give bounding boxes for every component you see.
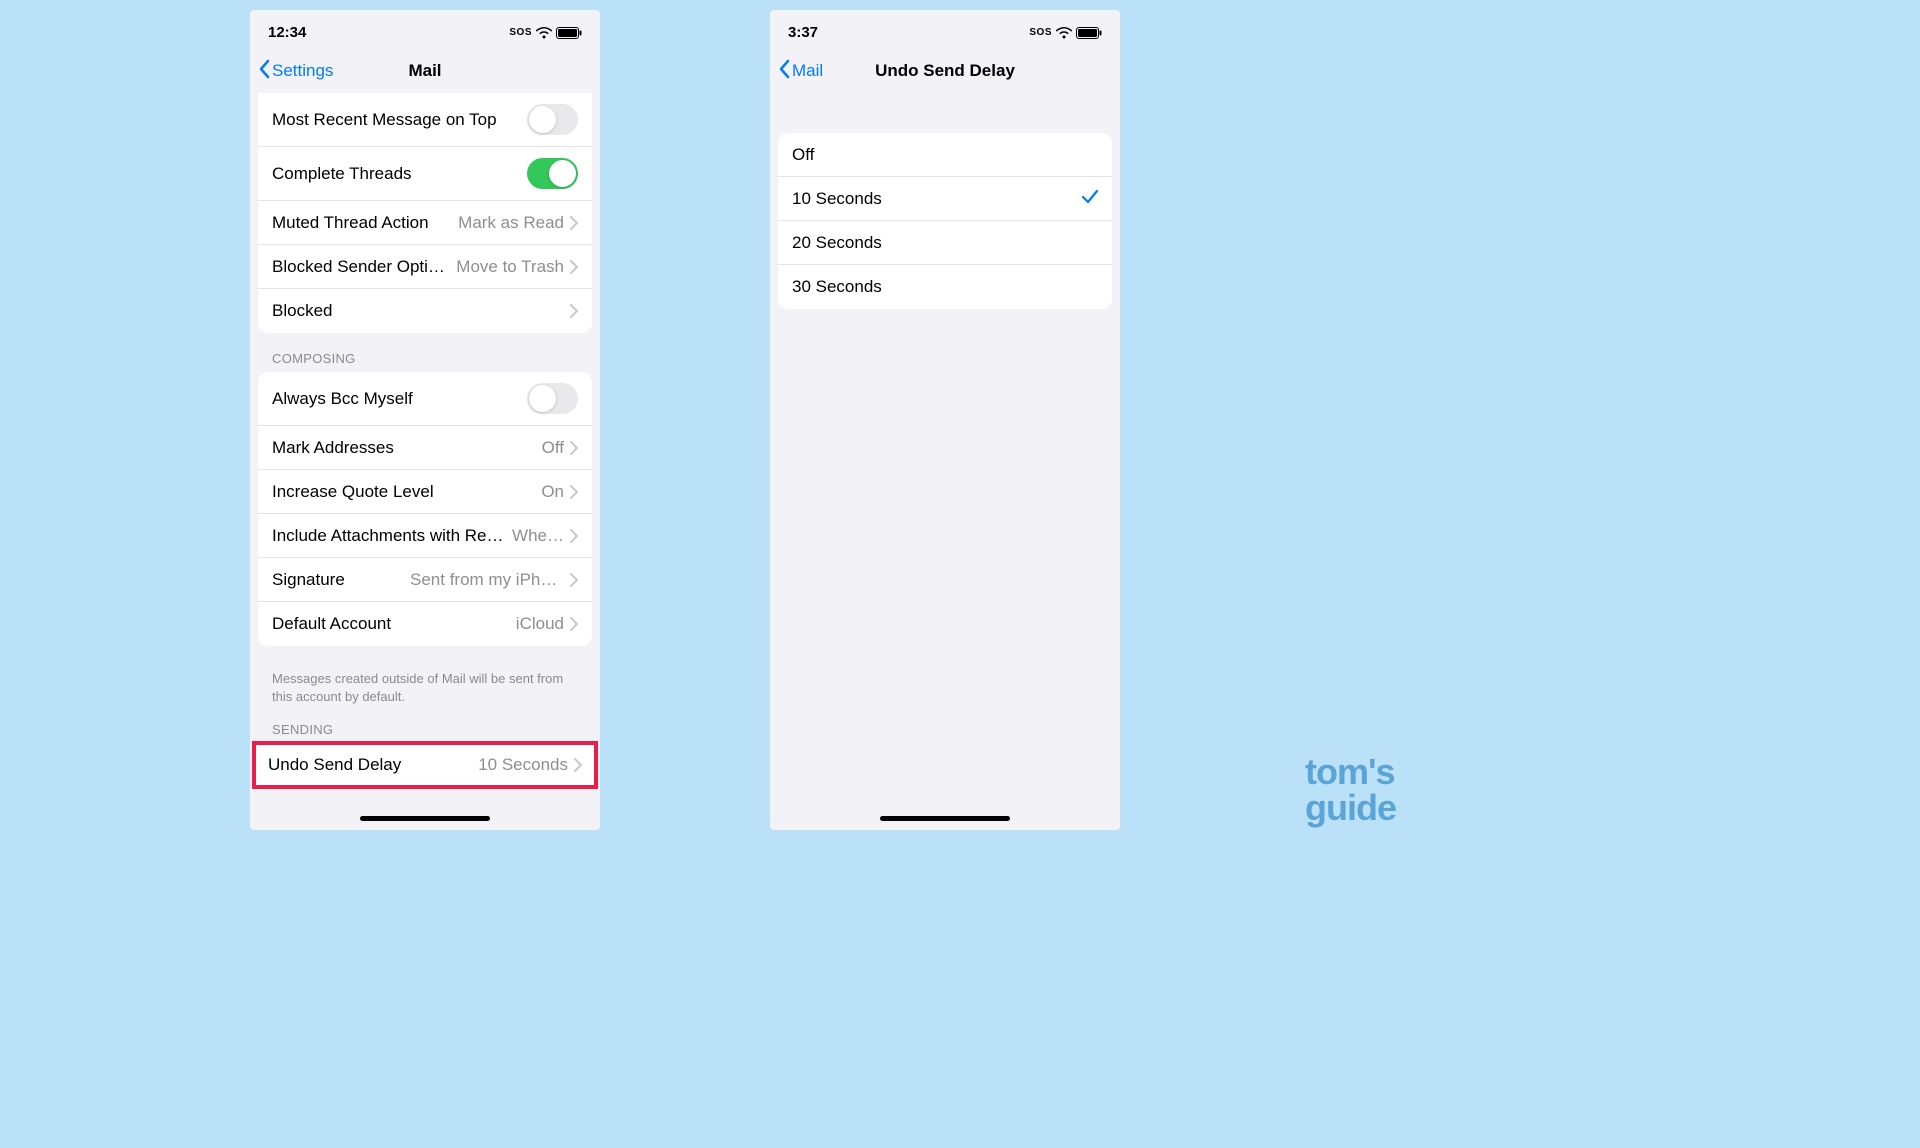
row-default-account[interactable]: Default AccountiCloud <box>258 602 592 646</box>
chevron-right-icon <box>570 573 578 587</box>
option-label: 20 Seconds <box>792 233 1098 253</box>
home-indicator[interactable] <box>880 816 1010 821</box>
row-include-attachments-with-replies[interactable]: Include Attachments with RepliesWhe… <box>258 514 592 558</box>
watermark-logo: tom's guide <box>1305 754 1396 826</box>
default-account-footer: Messages created outside of Mail will be… <box>250 664 600 722</box>
status-time: 12:34 <box>268 24 306 41</box>
chevron-right-icon <box>570 304 578 318</box>
undo-send-highlight: Undo Send Delay10 Seconds <box>254 743 596 787</box>
section-header-sending: SENDING <box>250 722 600 743</box>
options-scroll[interactable]: Off 10 Seconds 20 Seconds 30 Seconds <box>770 93 1120 817</box>
chevron-right-icon <box>570 441 578 455</box>
row-label: Muted Thread Action <box>272 213 452 233</box>
battery-icon <box>1076 27 1102 39</box>
chevron-right-icon <box>570 485 578 499</box>
row-muted-thread-action[interactable]: Muted Thread ActionMark as Read <box>258 201 592 245</box>
chevron-right-icon <box>570 216 578 230</box>
row-value: Mark as Read <box>452 213 564 233</box>
chevron-left-icon <box>258 59 270 84</box>
row-label: Include Attachments with Replies <box>272 526 506 546</box>
settings-scroll[interactable]: Most Recent Message on Top Complete Threa… <box>250 93 600 817</box>
row-label: Increase Quote Level <box>272 482 535 502</box>
toggle-switch[interactable] <box>527 383 578 414</box>
row-value: iCloud <box>510 614 564 634</box>
threading-group: Most Recent Message on Top Complete Threa… <box>258 93 592 333</box>
sos-indicator: SOS <box>1029 27 1052 38</box>
row-always-bcc-myself[interactable]: Always Bcc Myself <box>258 372 592 426</box>
row-value: Sent from my iPhone <box>404 570 564 590</box>
row-blocked[interactable]: Blocked <box>258 289 592 333</box>
composing-group: Always Bcc MyselfMark AddressesOffIncrea… <box>258 372 592 646</box>
toggle-switch[interactable] <box>527 158 578 189</box>
row-signature[interactable]: SignatureSent from my iPhone <box>258 558 592 602</box>
sos-indicator: SOS <box>509 27 532 38</box>
wifi-icon <box>536 27 552 39</box>
row-label: Mark Addresses <box>272 438 536 458</box>
option-label: 10 Seconds <box>792 189 1076 209</box>
row-blocked-sender-options[interactable]: Blocked Sender OptionsMove to Trash <box>258 245 592 289</box>
chevron-right-icon <box>570 529 578 543</box>
back-button[interactable]: Mail <box>778 59 823 84</box>
nav-bar: Settings Mail <box>250 49 600 93</box>
toggle-switch[interactable] <box>527 104 578 135</box>
wifi-icon <box>1056 27 1072 39</box>
chevron-right-icon <box>574 758 582 772</box>
row-label: Always Bcc Myself <box>272 389 527 409</box>
option-30-seconds[interactable]: 30 Seconds <box>778 265 1112 309</box>
row-value: Off <box>536 438 564 458</box>
row-mark-addresses[interactable]: Mark AddressesOff <box>258 426 592 470</box>
status-bar: 3:37 SOS <box>770 10 1120 49</box>
nav-bar: Mail Undo Send Delay <box>770 49 1120 93</box>
row-most-recent-message-on-top[interactable]: Most Recent Message on Top <box>258 93 592 147</box>
mail-settings-screen: 12:34 SOS Settings Mail Most Recent Mess… <box>250 10 600 830</box>
row-value: Whe… <box>506 526 564 546</box>
row-label: Most Recent Message on Top <box>272 110 527 130</box>
row-label: Default Account <box>272 614 510 634</box>
chevron-left-icon <box>778 59 790 84</box>
battery-icon <box>556 27 582 39</box>
section-header-composing: COMPOSING <box>250 351 600 372</box>
chevron-right-icon <box>570 617 578 631</box>
back-label: Settings <box>272 61 333 81</box>
row-complete-threads[interactable]: Complete Threads <box>258 147 592 201</box>
undo-send-delay-screen: 3:37 SOS Mail Undo Send Delay Off 10 Seco… <box>770 10 1120 830</box>
status-time: 3:37 <box>788 24 818 41</box>
option-off[interactable]: Off <box>778 133 1112 177</box>
back-button[interactable]: Settings <box>258 59 333 84</box>
row-value: On <box>535 482 564 502</box>
option-20-seconds[interactable]: 20 Seconds <box>778 221 1112 265</box>
row-increase-quote-level[interactable]: Increase Quote LevelOn <box>258 470 592 514</box>
chevron-right-icon <box>570 260 578 274</box>
row-label: Undo Send Delay <box>268 755 472 775</box>
option-label: Off <box>792 145 1098 165</box>
home-indicator[interactable] <box>360 816 490 821</box>
option-10-seconds[interactable]: 10 Seconds <box>778 177 1112 221</box>
row-value: Move to Trash <box>450 257 564 277</box>
option-label: 30 Seconds <box>792 277 1098 297</box>
row-label: Blocked Sender Options <box>272 257 450 277</box>
checkmark-icon <box>1082 189 1098 209</box>
row-label: Blocked <box>272 301 564 321</box>
row-label: Signature <box>272 570 404 590</box>
delay-options-group: Off 10 Seconds 20 Seconds 30 Seconds <box>778 133 1112 309</box>
back-label: Mail <box>792 61 823 81</box>
row-label: Complete Threads <box>272 164 527 184</box>
status-bar: 12:34 SOS <box>250 10 600 49</box>
row-value: 10 Seconds <box>472 755 568 775</box>
row-undo-send-delay[interactable]: Undo Send Delay10 Seconds <box>254 743 596 787</box>
